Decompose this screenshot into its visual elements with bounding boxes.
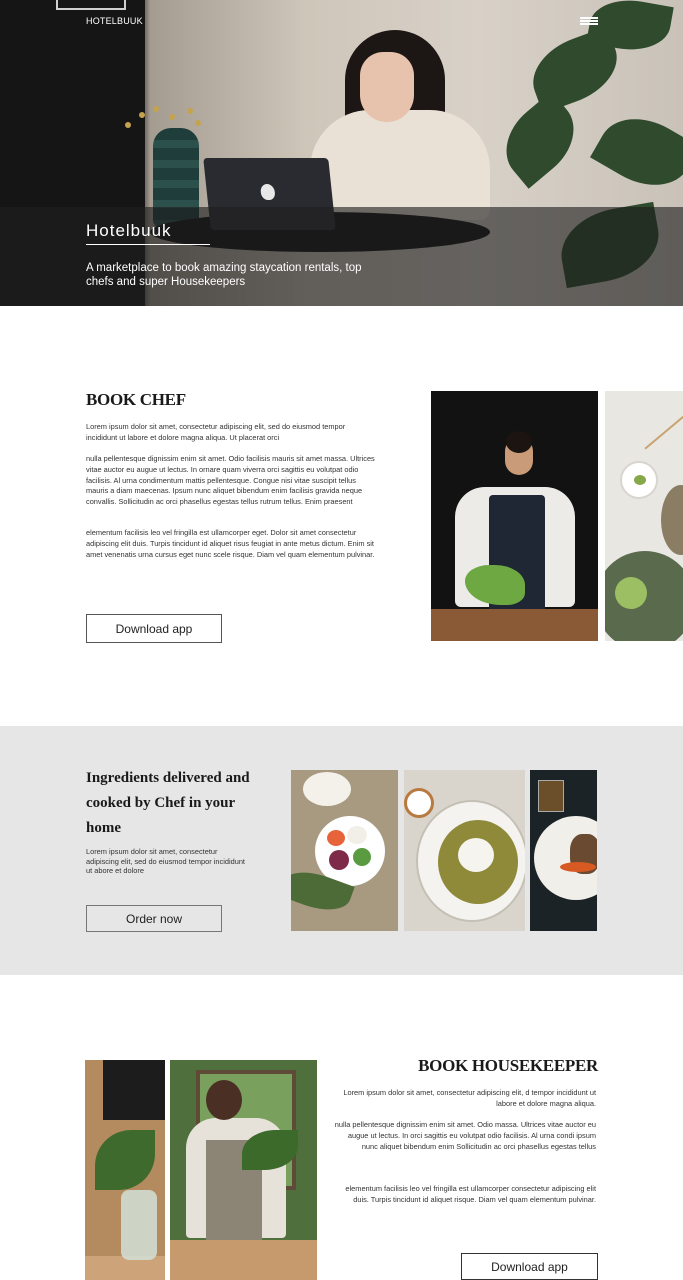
- plate-food: [615, 577, 647, 609]
- book-housekeeper-paragraph: nulla pellentesque dignissim enim sit am…: [334, 1120, 596, 1151]
- ingredients-section: Ingredients delivered and cooked by Chef…: [0, 726, 683, 975]
- table: [85, 1256, 165, 1280]
- book-chef-paragraph: Lorem ipsum dolor sit amet, consectetur …: [86, 422, 346, 442]
- book-housekeeper-paragraph: elementum facilisis leo vel fringilla es…: [345, 1184, 596, 1204]
- plant-leaf: [95, 1130, 155, 1190]
- chef-hair: [506, 431, 532, 453]
- bowl-food: [329, 850, 349, 870]
- plated-dishes-photo: [605, 391, 683, 641]
- hero-photo-plant-leaf: [590, 101, 683, 203]
- hero-banner: HOTELBUUK Hotelbuuk A marketplace to boo…: [0, 0, 683, 306]
- cutting-board: [431, 609, 598, 641]
- housekeeper-head: [206, 1080, 242, 1120]
- hamburger-menu-icon[interactable]: [580, 17, 598, 25]
- bowl: [620, 461, 658, 499]
- bowl-food: [347, 826, 367, 844]
- book-chef-section: BOOK CHEF Lorem ipsum dolor sit amet, co…: [0, 306, 683, 726]
- ingredients-paragraph: Lorem ipsum dolor sit amet, consectetur …: [86, 847, 245, 875]
- bowl-food: [634, 475, 646, 485]
- sauce: [560, 862, 596, 872]
- glass: [538, 780, 564, 812]
- hero-photo-plant-leaf: [490, 91, 590, 189]
- book-chef-paragraph: nulla pellentesque dignissim enim sit am…: [86, 454, 375, 507]
- plate: [661, 485, 683, 555]
- download-app-button[interactable]: Download app: [461, 1253, 598, 1280]
- chopsticks: [644, 414, 683, 450]
- book-chef-paragraph: elementum facilisis leo vel fringilla es…: [86, 528, 375, 559]
- plate: [605, 551, 683, 641]
- housekeeper-photo: [170, 1060, 317, 1280]
- pasta-photo: [404, 770, 525, 931]
- table: [170, 1240, 317, 1280]
- bowl-food: [327, 830, 345, 846]
- burrata: [458, 838, 494, 872]
- download-app-button[interactable]: Download app: [86, 614, 222, 643]
- hero-photo-sweater: [310, 110, 490, 220]
- chef-photo: [431, 391, 598, 641]
- ingredients-heading: Ingredients delivered and cooked by Chef…: [86, 770, 250, 836]
- nuts-bowl: [404, 788, 434, 818]
- apple-logo-icon: [259, 184, 276, 200]
- brand-logo[interactable]: HOTELBUUK: [86, 16, 143, 26]
- book-housekeeper-section: BOOK HOUSEKEEPER Lorem ipsum dolor sit a…: [0, 975, 683, 1280]
- book-housekeeper-paragraph: Lorem ipsum dolor sit amet, consectetur …: [343, 1088, 596, 1108]
- book-housekeeper-heading: BOOK HOUSEKEEPER: [418, 1056, 598, 1075]
- flowers: [303, 772, 351, 806]
- person-shirt: [103, 1060, 165, 1120]
- hero-photo-frame: [56, 0, 126, 10]
- hero-photo-face: [360, 52, 414, 122]
- order-now-button[interactable]: Order now: [86, 905, 222, 932]
- plated-dish-photo: [530, 770, 597, 931]
- housekeeper-plant-photo: [85, 1060, 165, 1280]
- hero-title: Hotelbuuk: [86, 221, 172, 240]
- bowl-food: [353, 848, 371, 866]
- book-chef-heading: BOOK CHEF: [86, 390, 186, 409]
- glass-vase: [121, 1190, 157, 1260]
- hero-title-underline: [86, 244, 210, 245]
- salad-bowl-photo: [291, 770, 398, 931]
- hero-tagline: A marketplace to book amazing staycation…: [86, 262, 362, 288]
